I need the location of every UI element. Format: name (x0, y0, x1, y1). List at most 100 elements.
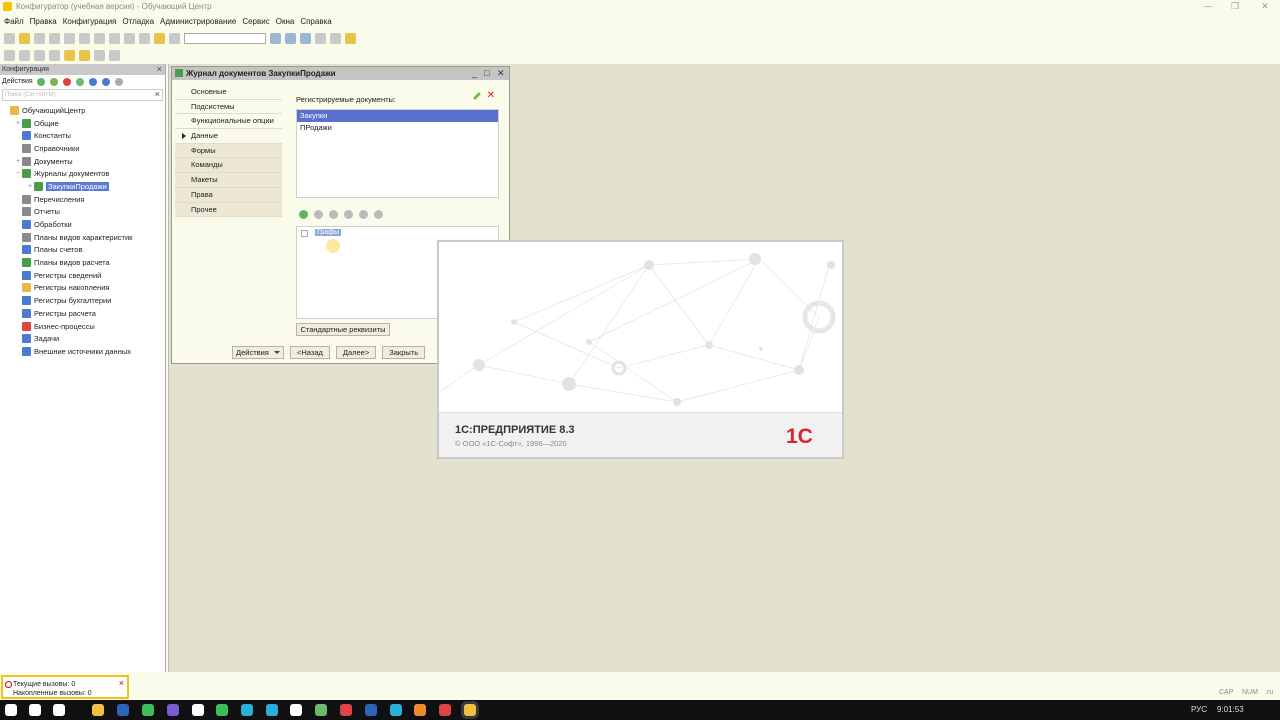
tree-node[interactable]: Регистры расчета (0, 307, 165, 320)
paste-icon[interactable] (79, 33, 90, 44)
tree-node[interactable]: ОбучающийЦентр (0, 104, 165, 117)
move-down-icon[interactable] (101, 77, 110, 86)
tree-node[interactable]: Справочники (0, 142, 165, 155)
tree-node[interactable]: Планы видов расчета (0, 256, 165, 269)
tree-expander-icon[interactable]: + (26, 183, 34, 190)
preview-icon[interactable] (109, 33, 120, 44)
menu-configuration[interactable]: Конфигурация (63, 17, 117, 26)
side-tab[interactable]: Данные (175, 129, 282, 144)
side-tab[interactable]: Формы (175, 143, 282, 159)
info-icon[interactable] (345, 33, 356, 44)
tree-node[interactable]: Обработки (0, 218, 165, 231)
photoshop-icon[interactable] (117, 704, 129, 716)
telegram-icon[interactable] (266, 704, 278, 716)
cut-icon[interactable] (49, 33, 60, 44)
menu-edit[interactable]: Правка (30, 17, 57, 26)
copy-icon[interactable] (64, 33, 75, 44)
new-icon[interactable] (4, 33, 15, 44)
actions-button[interactable]: Действия (232, 346, 284, 359)
graphs-node[interactable]: Графы (315, 229, 341, 236)
side-tab[interactable]: Подсистемы (175, 99, 282, 115)
close-button[interactable]: ✕ (1250, 0, 1280, 13)
add-icon[interactable] (36, 77, 45, 86)
menu-administration[interactable]: Администрирование (160, 17, 236, 26)
find-icon[interactable] (154, 33, 165, 44)
viber-icon[interactable] (167, 704, 179, 716)
menu-debug[interactable]: Отладка (122, 17, 154, 26)
delete-icon[interactable] (62, 77, 71, 86)
whatsapp-icon[interactable] (142, 704, 154, 716)
tree-node[interactable]: Планы счетов (0, 244, 165, 257)
add-graph-icon[interactable] (299, 210, 308, 219)
tools-icon[interactable] (315, 33, 326, 44)
close-window-button[interactable]: Закрыть (382, 346, 426, 359)
doc-maximize-icon[interactable]: □ (484, 67, 489, 80)
search-prev-icon[interactable] (285, 33, 296, 44)
clear-search-icon[interactable]: × (155, 89, 160, 99)
edge-icon[interactable] (241, 704, 253, 716)
list-icon[interactable] (4, 50, 15, 61)
tree-node[interactable]: Регистры сведений (0, 269, 165, 282)
config-actions-menu[interactable]: Действия (2, 78, 33, 85)
save-icon[interactable] (34, 33, 45, 44)
doc-close-icon[interactable]: ✕ (497, 67, 505, 80)
pause-icon[interactable] (109, 50, 120, 61)
print-icon[interactable] (94, 33, 105, 44)
word-icon[interactable] (365, 704, 377, 716)
edit-graph-icon[interactable] (314, 210, 323, 219)
next-button[interactable]: Далее> (335, 346, 377, 359)
debug-run-icon[interactable] (79, 50, 90, 61)
start-icon[interactable] (5, 704, 17, 716)
open-icon[interactable] (19, 33, 30, 44)
move-down-graph-icon[interactable] (359, 210, 368, 219)
syntax-icon[interactable] (330, 33, 341, 44)
app-icon[interactable] (439, 704, 451, 716)
table-icon[interactable] (49, 50, 60, 61)
input-language[interactable]: РУС (1191, 705, 1207, 714)
move-up-graph-icon[interactable] (344, 210, 353, 219)
sort-graph-icon[interactable] (374, 210, 383, 219)
move-up-icon[interactable] (88, 77, 97, 86)
media-icon[interactable] (340, 704, 352, 716)
side-tab[interactable]: Основные (175, 85, 282, 100)
menu-file[interactable]: Файл (4, 17, 24, 26)
tree-node[interactable]: Задачи (0, 332, 165, 345)
delete-graph-icon[interactable] (329, 210, 338, 219)
config-search-input[interactable]: Поиск (Ctrl+Alt+M) × (2, 89, 163, 101)
edit-icon[interactable] (49, 77, 58, 86)
graphs-expand-icon[interactable] (301, 230, 308, 237)
tree-node[interactable]: + Документы (0, 155, 165, 168)
tree-expander-icon[interactable]: + (14, 158, 22, 165)
tree-node[interactable]: Бизнес-процессы (0, 320, 165, 333)
remove-icon[interactable]: ✕ (487, 91, 495, 101)
paint-icon[interactable] (414, 704, 426, 716)
chrome-icon[interactable] (216, 704, 228, 716)
search-icon[interactable] (29, 704, 41, 716)
redo-icon[interactable] (139, 33, 150, 44)
side-tab[interactable]: Команды (175, 158, 282, 174)
search-next-icon[interactable] (270, 33, 281, 44)
registered-doc-item[interactable]: Закупки (297, 110, 498, 122)
tree-node[interactable]: Планы видов характеристик (0, 231, 165, 244)
toolbar-search-input[interactable] (184, 33, 266, 44)
notepad-icon[interactable] (315, 704, 327, 716)
tree-node[interactable]: + Общие (0, 117, 165, 130)
calls-close-icon[interactable]: × (119, 679, 124, 688)
doc-minimize-icon[interactable]: _ (472, 67, 477, 80)
1c-icon[interactable] (464, 704, 476, 716)
tree-expander-icon[interactable]: + (14, 120, 22, 127)
run-icon[interactable] (64, 50, 75, 61)
opera-icon[interactable] (290, 704, 302, 716)
tree-node[interactable]: + ЗакупкиПродажи (0, 180, 165, 193)
edit-icon[interactable] (472, 92, 481, 100)
config-panel-close-icon[interactable]: × (157, 64, 162, 75)
undo-icon[interactable] (124, 33, 135, 44)
tree-node[interactable]: Регистры бухгалтерии (0, 294, 165, 307)
clock[interactable]: 9:01:53 (1217, 705, 1244, 714)
tree-node[interactable]: − Журналы документов (0, 167, 165, 180)
menu-help[interactable]: Справка (300, 17, 331, 26)
tree-node[interactable]: Отчеты (0, 206, 165, 219)
stop-icon[interactable] (94, 50, 105, 61)
sort-icon[interactable] (114, 77, 123, 86)
task-view-icon[interactable] (53, 704, 65, 716)
